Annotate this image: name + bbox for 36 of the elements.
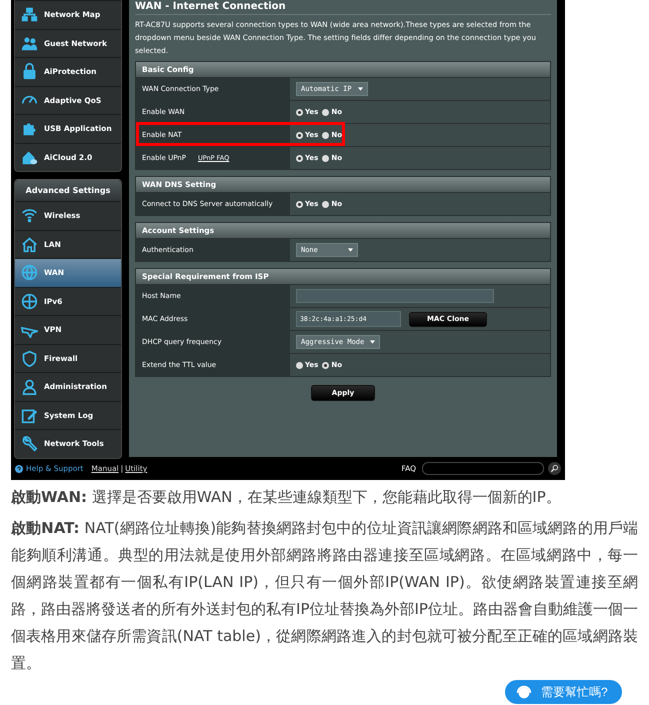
radio-button[interactable] xyxy=(322,362,330,368)
caret-icon xyxy=(358,87,363,91)
network-icon xyxy=(21,6,38,24)
pencil-icon xyxy=(21,406,38,424)
caret-icon xyxy=(370,340,376,344)
gauge-icon xyxy=(21,95,38,106)
input-field[interactable] xyxy=(296,289,494,303)
search-button[interactable] xyxy=(548,462,561,475)
radio-button[interactable] xyxy=(296,362,303,368)
headset-icon xyxy=(515,683,533,701)
radio-button[interactable] xyxy=(322,200,330,208)
page-title: WAN - Internet Connection xyxy=(135,0,551,15)
person-icon xyxy=(21,378,38,396)
radio-button[interactable] xyxy=(322,132,330,138)
caret-icon xyxy=(348,248,353,252)
radio-button[interactable] xyxy=(296,154,303,162)
radio-button[interactable] xyxy=(296,200,303,208)
search-field[interactable] xyxy=(422,462,544,475)
search-icon xyxy=(550,464,559,473)
people-icon xyxy=(21,34,38,52)
section-header: Advanced Settings xyxy=(15,180,121,201)
radio-button[interactable] xyxy=(296,108,303,116)
radio-button[interactable] xyxy=(322,108,330,116)
paragraph: 啟動WAN: 選擇是否要啟用WAN，在某些連線類型下，您能藉此取得一個新的IP。 xyxy=(11,487,562,508)
radio-button[interactable] xyxy=(296,132,303,138)
shield-icon xyxy=(21,350,38,367)
paragraph: 啟動NAT: NAT(網路位址轉換)能夠替換網路封包中的位址資訊讓網際網路和區域網路的用戶端能夠順利溝通。典型的用法就是使用外部網路將路由器連接至區域網路。在區域網路中，每一個網路裝置都有一個私有IP(LAN IP)，但只有一個外部IP(WAN IP)。欲使網路裝置連接至網路，路由器將發送者的所有外送封包的私有IP位址替換為外部IP位址。路由器會自動維護一個一個表格用來儲存所需資訊(NAT table)，從網際網路進入的封包就可被分配至正確的區域網路裝置。 xyxy=(11,518,638,674)
lock-icon xyxy=(21,63,38,80)
help-icon xyxy=(15,464,23,472)
house-cloud-icon xyxy=(21,148,38,166)
wifi-icon xyxy=(21,207,38,224)
globe-icon xyxy=(21,292,38,310)
wrench-icon xyxy=(21,435,38,452)
globe-icon xyxy=(21,264,38,282)
radio-button[interactable] xyxy=(322,154,330,162)
house-icon xyxy=(21,236,38,253)
